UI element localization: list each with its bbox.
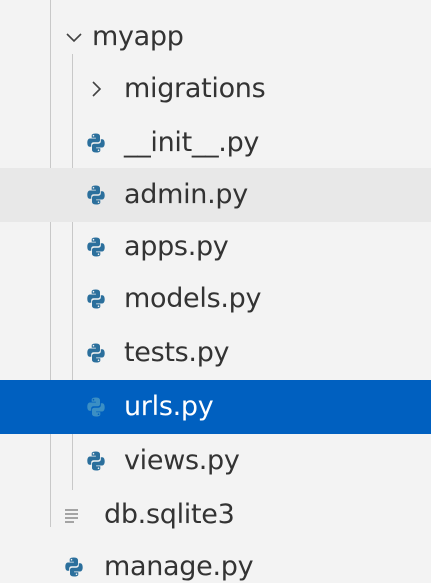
tree-item-label: views.py (124, 445, 240, 476)
tree-item-migrations-folder[interactable]: migrations (0, 62, 431, 116)
tree-item-label: apps.py (124, 231, 229, 262)
python-icon (84, 235, 108, 259)
tree-item-manage-py[interactable]: manage.py (0, 540, 431, 583)
python-icon (84, 131, 108, 155)
tree-item-apps-py[interactable]: apps.py (0, 220, 431, 274)
tree-item-label: urls.py (124, 391, 214, 422)
file-explorer-tree: myapp migrations __init__.py admin.py ap… (0, 0, 431, 583)
tree-item-db-sqlite3[interactable]: db.sqlite3 (0, 488, 431, 542)
tree-item-views-py[interactable]: views.py (0, 434, 431, 488)
python-icon (62, 555, 86, 579)
tree-item-label: migrations (124, 73, 266, 104)
chevron-right-icon (86, 79, 106, 99)
python-icon (84, 341, 108, 365)
tree-item-label: db.sqlite3 (104, 499, 235, 530)
tree-item-label: models.py (124, 283, 262, 314)
tree-item-urls-py[interactable]: urls.py (0, 380, 431, 434)
chevron-down-icon (64, 27, 84, 47)
python-icon (84, 449, 108, 473)
tree-item-tests-py[interactable]: tests.py (0, 326, 431, 380)
tree-item-label: myapp (92, 21, 184, 52)
tree-item-label: __init__.py (124, 127, 260, 158)
python-icon (84, 395, 108, 419)
file-lines-icon (62, 505, 82, 525)
tree-item-myapp-folder[interactable]: myapp (0, 10, 431, 64)
tree-item-admin-py[interactable]: admin.py (0, 168, 431, 222)
python-icon (84, 183, 108, 207)
tree-item-label: manage.py (104, 551, 254, 582)
tree-item-label: tests.py (124, 337, 230, 368)
tree-item-label: admin.py (124, 179, 248, 210)
tree-item-models-py[interactable]: models.py (0, 272, 431, 326)
tree-item-init-py[interactable]: __init__.py (0, 116, 431, 170)
python-icon (84, 287, 108, 311)
